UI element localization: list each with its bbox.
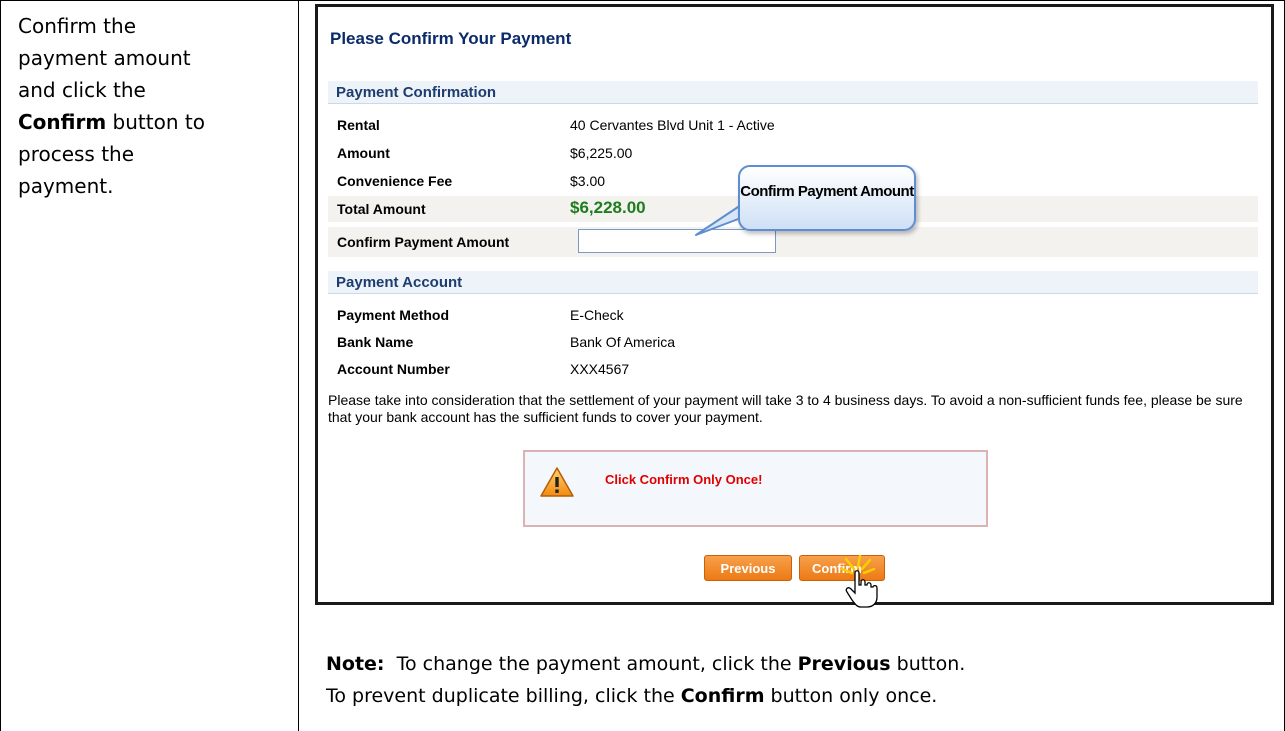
- warning-icon: [540, 467, 574, 497]
- confirm-payment-amount-input[interactable]: [578, 229, 776, 253]
- payment-confirmation-heading: Payment Confirmation: [328, 81, 1258, 104]
- table-top-border: [0, 0, 1285, 1]
- table-left-border: [0, 0, 1, 731]
- note-text: To prevent duplicate billing, click the: [326, 685, 681, 707]
- row-label: Confirm Payment Amount: [337, 234, 510, 250]
- warning-text: Click Confirm Only Once!: [605, 472, 763, 487]
- row-value: XXX4567: [570, 361, 630, 377]
- row-value: Bank Of America: [570, 334, 676, 350]
- row-label: Bank Name: [337, 334, 414, 350]
- instruction-line-rest: button to: [106, 110, 205, 134]
- row-rental: Rental 40 Cervantes Blvd Unit 1 - Active: [328, 112, 1258, 138]
- note-label: Note:: [326, 653, 385, 675]
- row-label: Total Amount: [337, 201, 426, 217]
- row-amount: Amount $6,225.00: [328, 140, 1258, 166]
- note-bold: Previous: [797, 653, 891, 675]
- note-text: button.: [890, 653, 966, 675]
- row-value: $6,225.00: [570, 145, 633, 161]
- settlement-notice: Please take into consideration that the …: [328, 392, 1243, 425]
- row-account-number: Account Number XXX4567: [328, 356, 1258, 382]
- total-amount-value: $6,228.00: [570, 198, 646, 217]
- callout-confirm-payment-amount: Confirm Payment Amount: [738, 165, 916, 231]
- instruction-line: process the: [18, 142, 135, 166]
- payment-account-heading: Payment Account: [328, 271, 1258, 294]
- table-column-divider: [298, 0, 299, 731]
- footnote-line-2: To prevent duplicate billing, click the …: [326, 680, 965, 712]
- instruction-line: payment.: [18, 174, 114, 198]
- row-label: Payment Method: [337, 307, 450, 323]
- instruction-line: and click the: [18, 78, 146, 102]
- instruction-line: payment amount: [18, 46, 191, 70]
- payment-screenshot: Please Confirm Your Payment Payment Conf…: [315, 4, 1274, 608]
- row-payment-method: Payment Method E-Check: [328, 302, 1258, 328]
- footnote: Note: To change the payment amount, clic…: [326, 648, 965, 712]
- page-title: Please Confirm Your Payment: [330, 29, 572, 48]
- note-text: button only once.: [764, 685, 938, 707]
- row-confirm-payment-amount: Confirm Payment Amount: [328, 227, 1258, 257]
- instruction-line: Confirm button to: [18, 106, 283, 138]
- footnote-line-1: Note: To change the payment amount, clic…: [326, 648, 965, 680]
- instruction-bold: Confirm: [18, 110, 107, 134]
- hand-cursor-icon: [840, 555, 878, 608]
- row-label: Amount: [337, 145, 390, 161]
- previous-button[interactable]: Previous: [704, 555, 792, 581]
- instruction-line: Confirm the: [18, 14, 137, 38]
- row-value: 40 Cervantes Blvd Unit 1 - Active: [570, 117, 775, 133]
- row-label: Account Number: [337, 361, 450, 377]
- warning-box: Click Confirm Only Once!: [523, 450, 988, 527]
- row-value: $3.00: [570, 173, 606, 189]
- row-label: Convenience Fee: [337, 173, 453, 189]
- row-label: Rental: [337, 117, 380, 133]
- row-bank-name: Bank Name Bank Of America: [328, 329, 1258, 355]
- note-bold: Confirm: [680, 685, 765, 707]
- row-value: E-Check: [570, 307, 624, 323]
- instruction-text: Confirm the payment amount and click the…: [18, 10, 283, 202]
- note-text: To change the payment amount, click the: [384, 653, 798, 675]
